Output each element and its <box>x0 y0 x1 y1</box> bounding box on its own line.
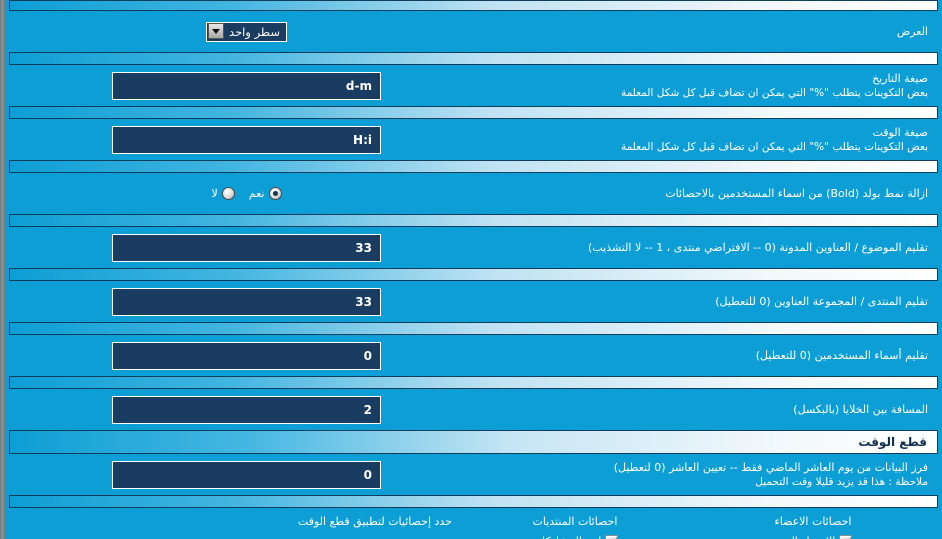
trim-thread-titles-input[interactable] <box>112 233 381 262</box>
setting-control-bold-removal: نعم لا <box>9 187 484 200</box>
display-select-wrap: سطر واحد <box>206 21 287 42</box>
setting-control-trim-forum-titles <box>9 287 484 316</box>
date-format-description: بعض التكوينات يتطلب "%" التي يمكن ان تضا… <box>620 87 928 99</box>
time-format-title: صيغة الوقت <box>872 126 928 139</box>
bold-removal-yes-label: نعم <box>248 187 265 200</box>
setting-label-cell-spacing: المسافة بين الخلايا (بالبكسل) <box>793 403 928 416</box>
page-left-edge-strip <box>0 0 5 539</box>
separator-after-date-format <box>9 106 938 119</box>
separator-after-time-format <box>9 160 938 173</box>
date-format-input[interactable] <box>112 71 381 100</box>
checkbox-row: الاعضاء الجدد اخر المشاركات <box>9 531 932 539</box>
setting-control-trim-usernames <box>9 341 484 370</box>
checkbox-forums-0[interactable]: اخر المشاركات <box>456 534 694 539</box>
time-format-input[interactable] <box>112 125 381 154</box>
setting-control-trim-thread-titles <box>9 233 484 262</box>
setting-control-date-format <box>9 71 484 100</box>
radio-unselected-icon[interactable] <box>221 187 235 200</box>
setting-control-display: سطر واحد <box>9 21 484 42</box>
date-format-title: صيغة التاريخ <box>872 72 928 85</box>
separator-after-display <box>9 52 938 65</box>
setting-label-date-format: صيغة التاريخ بعض التكوينات يتطلب "%" الت… <box>484 71 932 100</box>
statistics-section-label: حدد إحصائيات لتطبيق قطع الوقت <box>297 515 452 528</box>
setting-row-bold-removal: ازالة نمط بولد (Bold) من اسماء المستخدمي… <box>5 173 942 214</box>
separator-after-sort-data <box>9 495 938 508</box>
setting-control-cell-spacing <box>9 395 484 424</box>
checkbox-icon[interactable] <box>605 534 619 539</box>
setting-label-sort-data: فرز البيانات من يوم العاشر الماضي فقط --… <box>484 460 932 489</box>
setting-label-time-format: صيغة الوقت بعض التكوينات يتطلب "%" التي … <box>484 125 932 154</box>
statistics-checkbox-area: احصائات الاعضاء احصائات المنتديات حدد إح… <box>5 508 942 539</box>
setting-control-time-format <box>9 125 484 154</box>
setting-row-sort-data: فرز البيانات من يوم العاشر الماضي فقط --… <box>5 454 942 495</box>
bold-removal-radio-group: نعم لا <box>212 187 282 200</box>
bold-removal-no-label: لا <box>211 187 218 200</box>
trim-usernames-input[interactable] <box>112 341 381 370</box>
setting-label-display: العرض <box>896 25 928 38</box>
separator-after-trim-usernames <box>9 376 938 389</box>
checkbox-icon[interactable] <box>839 534 853 539</box>
setting-label-bold-removal: ازالة نمط بولد (Bold) من اسماء المستخدمي… <box>665 187 928 200</box>
setting-label-trim-usernames: تقليم أسماء المستخدمين (0 للتعطيل) <box>755 349 928 362</box>
setting-row-date-format: صيغة التاريخ بعض التكوينات يتطلب "%" الت… <box>5 65 942 106</box>
separator-after-trim-thread-titles <box>9 268 938 281</box>
settings-panel: العرض سطر واحد صيغة التاريخ بعض التكوينا… <box>5 0 942 539</box>
setting-control-sort-data <box>9 460 484 489</box>
setting-row-trim-usernames: تقليم أسماء المستخدمين (0 للتعطيل) <box>5 335 942 376</box>
checkbox-label: الاعضاء الجدد <box>774 535 836 539</box>
separator-top <box>9 0 938 11</box>
sort-data-input[interactable] <box>112 460 381 489</box>
column-header-forums: احصائات المنتديات <box>532 515 618 528</box>
time-format-description: بعض التكوينات يتطلب "%" التي يمكن ان تضا… <box>620 141 928 153</box>
setting-row-cell-spacing: المسافة بين الخلايا (بالبكسل) <box>5 389 942 430</box>
settings-page: العرض سطر واحد صيغة التاريخ بعض التكوينا… <box>0 0 942 539</box>
display-mode-select[interactable]: سطر واحد <box>206 22 287 42</box>
sort-data-title: فرز البيانات من يوم العاشر الماضي فقط --… <box>613 461 928 474</box>
section-header-time-cut: قطع الوقت <box>9 430 938 454</box>
column-header-members: احصائات الاعضاء <box>774 515 852 528</box>
setting-label-trim-thread-titles: تقليم الموضوع / العناوين المدونة (0 -- ا… <box>588 241 928 254</box>
trim-forum-titles-input[interactable] <box>112 287 381 316</box>
checkbox-members-0[interactable]: الاعضاء الجدد <box>694 534 932 539</box>
section-header-time-cut-label: قطع الوقت <box>858 435 927 449</box>
statistics-column-headers: احصائات الاعضاء احصائات المنتديات حدد إح… <box>9 512 932 531</box>
setting-row-time-format: صيغة الوقت بعض التكوينات يتطلب "%" التي … <box>5 119 942 160</box>
bold-removal-radio-no[interactable]: لا <box>212 187 235 200</box>
cell-spacing-input[interactable] <box>112 395 381 424</box>
setting-row-trim-thread-titles: تقليم الموضوع / العناوين المدونة (0 -- ا… <box>5 227 942 268</box>
sort-data-note: ملاحظة : هذا قد يزيد قليلا وقت التحميل <box>755 476 928 488</box>
separator-after-trim-forum-titles <box>9 322 938 335</box>
bold-removal-radio-yes[interactable]: نعم <box>249 187 282 200</box>
checkbox-label: اخر المشاركات <box>532 535 602 539</box>
setting-row-trim-forum-titles: تقليم المنتدى / المجموعة العناوين (0 للت… <box>5 281 942 322</box>
setting-row-display: العرض سطر واحد <box>5 11 942 52</box>
radio-selected-icon[interactable] <box>268 187 282 200</box>
setting-label-trim-forum-titles: تقليم المنتدى / المجموعة العناوين (0 للت… <box>715 295 928 308</box>
separator-after-bold-removal <box>9 214 938 227</box>
